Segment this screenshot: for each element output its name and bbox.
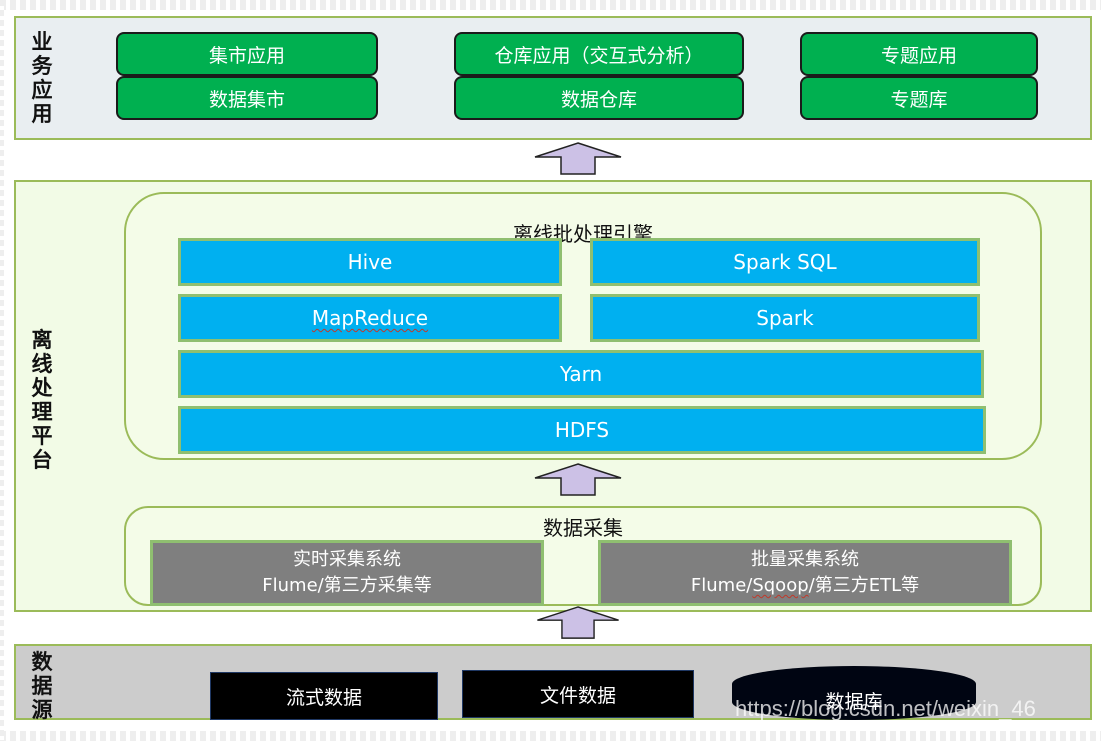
data-collection-group: 数据采集 实时采集系统 Flume/第三方采集等 批量采集系统 Flume/Sq… [124, 506, 1042, 606]
data-source-label: 数 据 源 [31, 650, 53, 722]
spark-box: Spark [590, 294, 980, 342]
dashed-border-top [0, 0, 1101, 10]
realtime-collection-title: 实时采集系统 [293, 549, 401, 570]
mapreduce-label: MapReduce [311, 306, 429, 330]
batch-collection-tools: Flume/Sqoop/第三方ETL等 [691, 573, 919, 599]
business-layer-label: 业 务 应 用 [31, 30, 53, 126]
realtime-collection-box: 实时采集系统 Flume/第三方采集等 [150, 540, 544, 606]
up-arrow-icon [534, 463, 622, 496]
hive-box: Hive [178, 238, 562, 286]
batch-tools-prefix: Flume/ [690, 575, 753, 596]
warehouse-application-box: 仓库应用（交互式分析） [454, 32, 744, 76]
file-data-box: 文件数据 [462, 670, 694, 718]
batch-collection-title: 批量采集系统 [751, 549, 859, 570]
mart-application-box: 集市应用 [116, 32, 378, 76]
batch-tools-sqoop: Sqoop [752, 575, 809, 596]
hdfs-box: HDFS [178, 406, 986, 454]
data-mart-box: 数据集市 [116, 76, 378, 120]
topic-library-box: 专题库 [800, 76, 1038, 120]
offline-processing-layer: 离 线 处 理 平 台 离线批处理引擎 Hive Spark SQL MapRe… [14, 180, 1092, 612]
data-warehouse-box: 数据仓库 [454, 76, 744, 120]
mapreduce-box: MapReduce [178, 294, 562, 342]
topic-application-box: 专题应用 [800, 32, 1038, 76]
dashed-border-left [0, 0, 4, 741]
spark-sql-box: Spark SQL [590, 238, 980, 286]
yarn-box: Yarn [178, 350, 984, 398]
stream-data-box: 流式数据 [210, 672, 438, 720]
offline-layer-label: 离 线 处 理 平 台 [31, 328, 53, 472]
dashed-border-bottom [0, 731, 1101, 741]
up-arrow-icon [537, 606, 619, 639]
realtime-collection-tools: Flume/第三方采集等 [262, 575, 432, 596]
batch-tools-suffix: /第三方ETL等 [808, 575, 920, 596]
data-collection-title: 数据采集 [543, 516, 623, 540]
batch-engine-group: 离线批处理引擎 Hive Spark SQL MapReduce Spark Y… [124, 192, 1042, 460]
up-arrow-icon [534, 142, 622, 175]
watermark: https://blog.csdn.net/weixin_46 [735, 696, 1036, 721]
business-application-layer: 业 务 应 用 集市应用 数据集市 仓库应用（交互式分析） 数据仓库 专题应用 … [14, 16, 1092, 140]
batch-collection-box: 批量采集系统 Flume/Sqoop/第三方ETL等 [598, 540, 1012, 606]
